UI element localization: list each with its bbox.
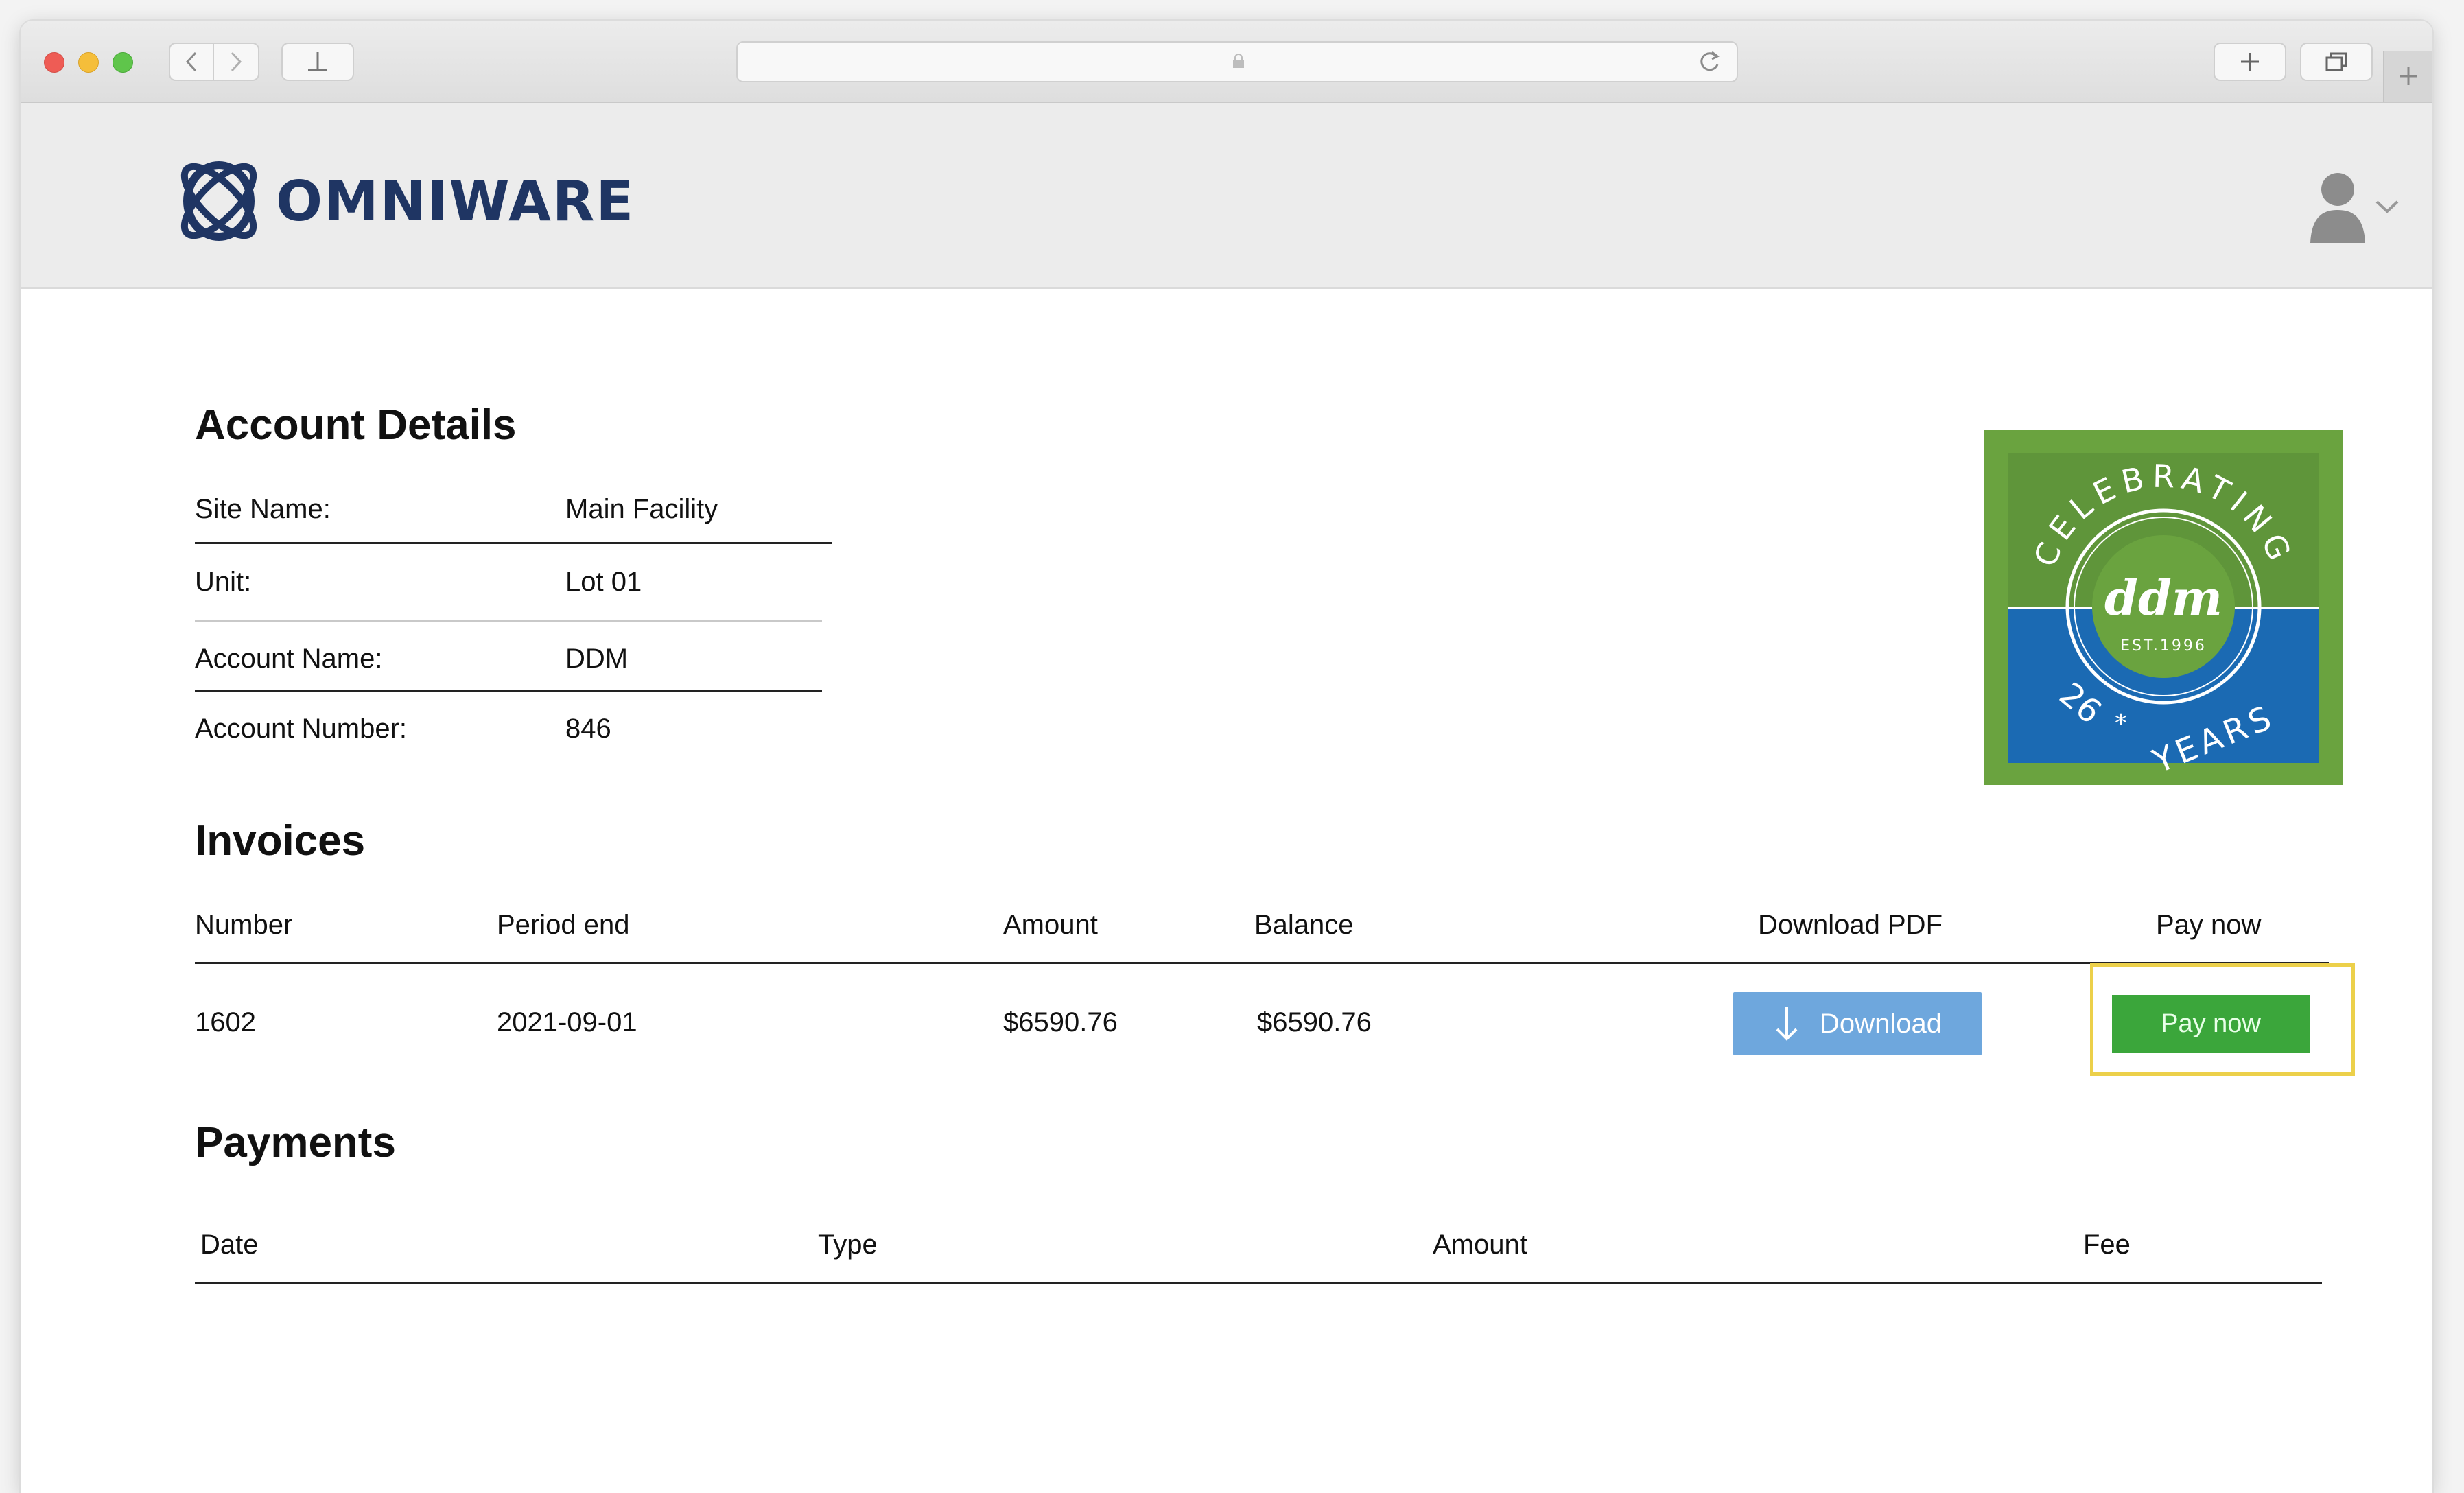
back-button[interactable] <box>169 43 214 81</box>
divider <box>195 690 822 692</box>
lock-icon <box>1233 54 1244 68</box>
share-button[interactable] <box>281 43 354 81</box>
col-header-pay-now: Pay now <box>2156 910 2262 940</box>
detail-row-account-name: Account Name: DDM <box>195 623 826 694</box>
detail-row-account-number: Account Number: 846 <box>195 693 826 764</box>
col-header-period-end: Period end <box>497 910 630 940</box>
add-tab-button[interactable] <box>2383 51 2432 102</box>
account-details-heading: Account Details <box>195 401 517 449</box>
main-content: Account Details Site Name: Main Facility… <box>21 288 2432 1493</box>
detail-row-site-name: Site Name: Main Facility <box>195 473 826 545</box>
show-tabs-button[interactable] <box>2300 43 2373 81</box>
detail-row-unit: Unit: Lot 01 <box>195 546 826 618</box>
maximize-window-button[interactable] <box>113 52 133 73</box>
divider <box>195 1282 2322 1284</box>
divider <box>195 962 2329 964</box>
chevron-down-icon <box>2375 200 2399 213</box>
browser-toolbar <box>21 21 2432 103</box>
payments-heading: Payments <box>195 1119 396 1166</box>
close-window-button[interactable] <box>44 52 64 73</box>
address-bar[interactable] <box>736 41 1738 82</box>
download-pdf-button[interactable]: Download <box>1733 992 1982 1055</box>
plus-icon <box>2400 67 2417 85</box>
col-header-fee: Fee <box>2083 1230 2131 1260</box>
divider <box>195 620 822 622</box>
chevron-left-icon <box>185 51 197 72</box>
invoices-heading: Invoices <box>195 817 366 865</box>
celebrating-26-years-badge: CELEBRATING ddm EST.1996 26 * YEARS <box>1984 430 2343 785</box>
plus-icon <box>2241 53 2259 71</box>
site-header: OMNIWARE <box>21 103 2432 289</box>
detail-label: Site Name: <box>195 493 331 524</box>
browser-window: OMNIWARE Account Details Site Name: Main… <box>21 21 2432 1493</box>
col-header-balance: Balance <box>1254 910 1354 940</box>
detail-value: DDM <box>565 643 629 674</box>
forward-button[interactable] <box>214 43 259 81</box>
badge-star: * <box>2115 709 2127 738</box>
window-controls <box>44 52 133 73</box>
invoice-number: 1602 <box>195 1007 256 1037</box>
detail-value: 846 <box>565 713 611 744</box>
invoice-amount: $6590.76 <box>1003 1007 1118 1037</box>
col-header-amount: Amount <box>1003 910 1098 940</box>
col-header-download-pdf: Download PDF <box>1758 910 1943 940</box>
detail-value: Main Facility <box>565 493 718 524</box>
divider <box>195 542 832 544</box>
chevron-right-icon <box>231 51 242 72</box>
omniware-logo[interactable]: OMNIWARE <box>167 156 635 246</box>
col-header-type: Type <box>818 1230 878 1260</box>
user-menu[interactable] <box>2309 169 2400 244</box>
detail-value: Lot 01 <box>565 566 642 597</box>
reload-icon[interactable] <box>1697 48 1722 75</box>
tabs-icon <box>2325 52 2347 71</box>
detail-label: Unit: <box>195 566 252 597</box>
pay-now-button[interactable]: Pay now <box>2112 995 2310 1053</box>
user-icon <box>2310 173 2365 243</box>
col-header-number: Number <box>195 910 293 940</box>
new-tab-button[interactable] <box>2214 43 2286 81</box>
col-header-date: Date <box>200 1230 259 1260</box>
download-arrow-icon <box>1776 1007 1798 1041</box>
badge-ddm-text: ddm <box>2104 569 2222 626</box>
logo-text: OMNIWARE <box>276 169 635 233</box>
badge-est-text: EST.1996 <box>2120 637 2207 655</box>
detail-label: Account Name: <box>195 643 383 674</box>
detail-label: Account Number: <box>195 713 408 744</box>
orbit-logo-icon <box>180 161 257 241</box>
share-icon <box>308 52 327 71</box>
col-header-amount: Amount <box>1433 1230 1527 1260</box>
invoice-balance: $6590.76 <box>1257 1007 1372 1037</box>
invoice-period-end: 2021-09-01 <box>497 1007 637 1037</box>
download-button-label: Download <box>1820 1008 1942 1039</box>
minimize-window-button[interactable] <box>78 52 99 73</box>
